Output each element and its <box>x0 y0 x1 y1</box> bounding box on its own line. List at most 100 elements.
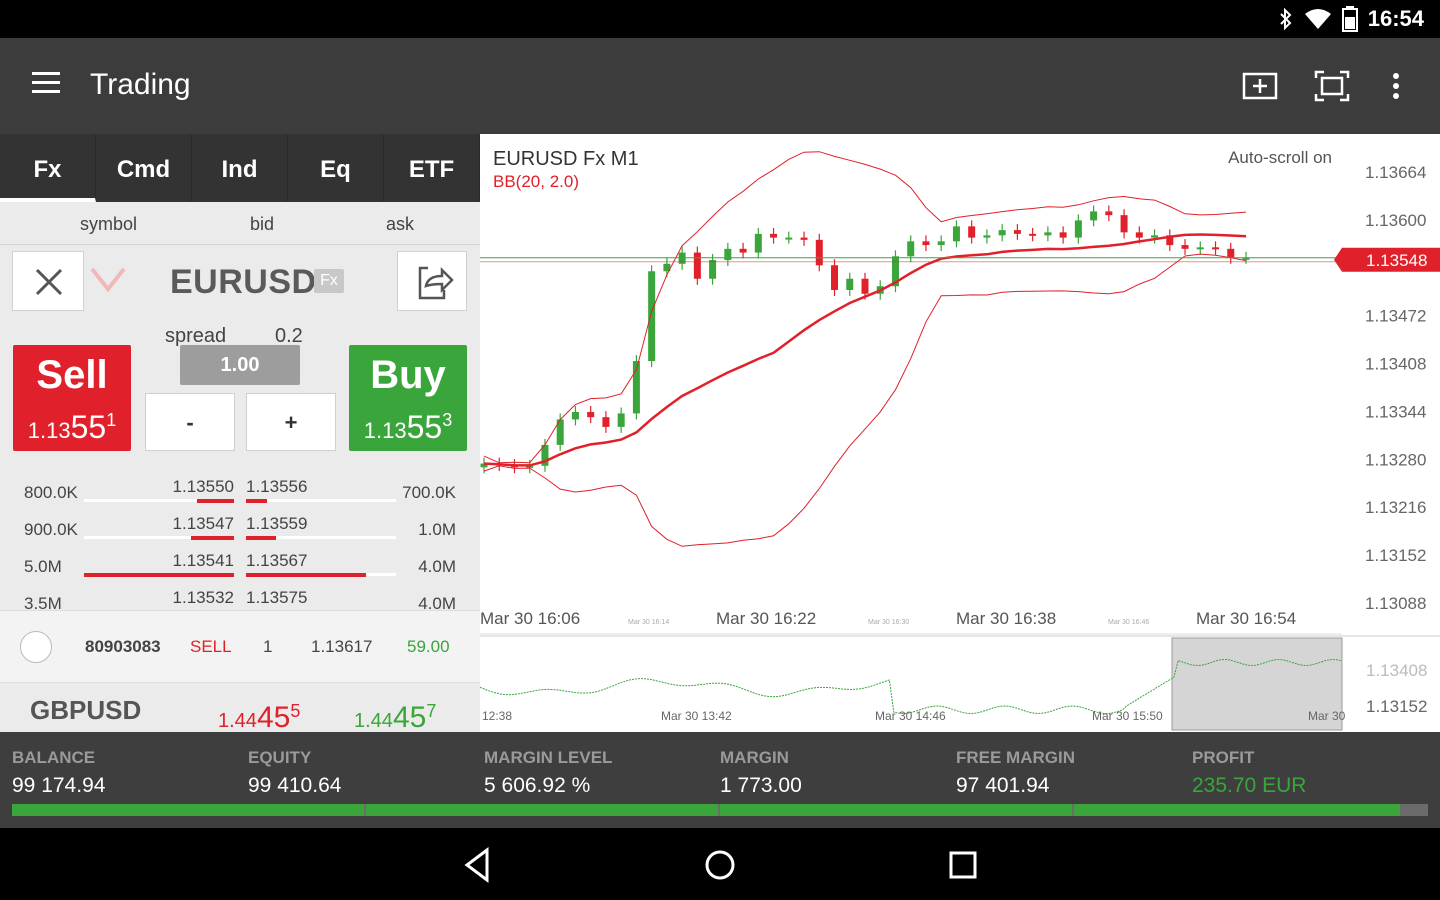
candle-body <box>1181 245 1189 249</box>
overflow-menu-icon[interactable] <box>1376 66 1416 106</box>
increase-volume-button[interactable]: + <box>246 393 336 451</box>
chevron-down-icon[interactable] <box>90 265 126 295</box>
summary-profit: PROFIT 235.70 EUR <box>1192 748 1306 798</box>
candle-body <box>998 230 1006 236</box>
price-chart[interactable]: 1.13664 1.13600 1.13472 1.13408 1.13344 1.132… <box>479 134 1440 732</box>
instrument-badge: Fx <box>314 269 344 293</box>
margin-bar-segment <box>366 804 718 816</box>
close-button[interactable] <box>12 251 84 311</box>
x-tick-label: Mar 30 16:38 <box>956 609 1056 628</box>
navigator-x-tick: Mar 30 14:46 <box>875 709 946 723</box>
volume-input[interactable]: 1.00 <box>180 345 300 385</box>
y-tick-label: 1.13344 <box>1365 402 1426 421</box>
y-tick-label: 1.13088 <box>1365 594 1426 613</box>
column-header-bid[interactable]: bid <box>250 214 274 235</box>
position-select-radio[interactable] <box>20 631 52 663</box>
tab-fx[interactable]: Fx <box>0 134 96 202</box>
candle-body <box>693 252 701 279</box>
candle-body <box>602 417 610 427</box>
depth-bid-price: 1.13541 <box>172 551 234 570</box>
x-tick-label: Mar 30 16:22 <box>716 609 816 628</box>
fullscreen-icon[interactable] <box>1312 66 1352 106</box>
bollinger-upper-band <box>483 151 1247 464</box>
candle-body <box>937 241 945 246</box>
balance-label: BALANCE <box>12 748 96 767</box>
candle-body <box>1013 230 1021 234</box>
depth-bid-volume: 900.0K <box>24 520 78 539</box>
candle-body <box>1227 248 1235 258</box>
depth-bid-bar <box>84 573 234 577</box>
depth-ask-price: 1.13575 <box>246 588 308 607</box>
depth-ask-bar <box>246 499 267 503</box>
navigation-bar <box>0 828 1440 900</box>
x-minor-tick-label: Mar 30 16:46 <box>1108 619 1149 626</box>
instrument-row-gbpusd[interactable]: GBPUSD 1.44455 1.44457 <box>0 682 480 732</box>
margin-label: MARGIN <box>720 748 789 767</box>
navigator-x-tick: Mar 30 15:50 <box>1092 709 1163 723</box>
chart-title: EURUSD Fx M1 <box>493 148 639 170</box>
free-margin-value: 97 401.94 <box>956 774 1050 797</box>
candle-body <box>1074 220 1082 238</box>
chart-canvas[interactable]: 1.13664 1.13600 1.13472 1.13408 1.13344 1.132… <box>479 134 1440 732</box>
close-icon <box>35 268 63 296</box>
navigator-y-tick: 1.13152 <box>1366 697 1427 716</box>
y-tick-label: 1.13600 <box>1365 211 1426 230</box>
home-icon[interactable] <box>697 842 743 888</box>
column-header-ask[interactable]: ask <box>386 214 414 235</box>
candle-body <box>861 278 869 294</box>
open-ticket-button[interactable] <box>397 251 467 311</box>
back-icon[interactable] <box>455 842 501 888</box>
chart-indicator-label: BB(20, 2.0) <box>493 172 579 191</box>
instrument-row-ask: 1.44457 <box>354 701 437 732</box>
candle-body <box>785 237 793 240</box>
recents-icon[interactable] <box>940 842 986 888</box>
y-tick-label: 1.13472 <box>1365 307 1426 326</box>
instrument-row-name: GBPUSD <box>30 695 142 725</box>
buy-button[interactable]: Buy 1.13553 <box>349 345 467 451</box>
depth-bid-price: 1.13550 <box>172 477 234 496</box>
decrease-volume-button[interactable]: - <box>145 393 235 451</box>
tab-cmd[interactable]: Cmd <box>96 134 192 202</box>
export-icon <box>418 266 454 300</box>
depth-bid-bar <box>190 536 234 540</box>
candle-body <box>754 233 762 253</box>
tab-eq[interactable]: Eq <box>288 134 384 202</box>
y-tick-label: 1.13664 <box>1365 163 1426 182</box>
hamburger-menu-icon[interactable] <box>26 66 70 106</box>
depth-ask-bar <box>246 573 366 577</box>
tab-etf[interactable]: ETF <box>384 134 480 202</box>
candle-body <box>587 411 595 418</box>
buy-price: 1.13553 <box>363 409 453 445</box>
margin-level-label: MARGIN LEVEL <box>484 748 613 767</box>
app-title: Trading <box>90 68 191 101</box>
sell-button[interactable]: Sell 1.13551 <box>13 345 131 451</box>
open-position-row[interactable]: 80903083 SELL 1 1.13617 59.00 <box>0 610 480 682</box>
summary-free-margin: FREE MARGIN 97 401.94 <box>956 748 1075 798</box>
depth-ask-price: 1.13567 <box>246 551 308 570</box>
x-minor-tick-label: Mar 30 16:30 <box>868 619 909 626</box>
navigator-y-tick: 1.13408 <box>1366 661 1427 680</box>
tab-ind[interactable]: Ind <box>192 134 288 202</box>
add-chart-icon[interactable] <box>1240 66 1280 106</box>
margin-bar-segment <box>720 804 1072 816</box>
free-margin-label: FREE MARGIN <box>956 748 1075 767</box>
depth-ask-volume: 700.0K <box>402 483 456 502</box>
candle-body <box>831 265 839 290</box>
autoscroll-toggle[interactable]: Auto-scroll on <box>1228 148 1332 168</box>
candle-body <box>968 226 976 238</box>
navigator-x-tick: 12:38 <box>482 709 512 723</box>
position-profit: 59.00 <box>407 637 450 656</box>
position-id: 80903083 <box>85 637 161 656</box>
depth-bid-volume: 800.0K <box>24 483 78 502</box>
candle-body <box>952 226 960 242</box>
depth-ask-track <box>246 499 396 502</box>
summary-equity: EQUITY 99 410.64 <box>248 748 341 798</box>
status-time: 16:54 <box>1367 6 1424 31</box>
current-price-label: 1.13548 <box>1366 251 1427 270</box>
column-header-symbol[interactable]: symbol <box>80 214 137 235</box>
x-tick-label: Mar 30 16:54 <box>1196 609 1296 628</box>
summary-margin-level: MARGIN LEVEL 5 606.92 % <box>484 748 612 798</box>
equity-value: 99 410.64 <box>248 774 342 797</box>
margin-level-value: 5 606.92 % <box>484 774 591 797</box>
category-tabs: Fx Cmd Ind Eq ETF <box>0 134 480 202</box>
